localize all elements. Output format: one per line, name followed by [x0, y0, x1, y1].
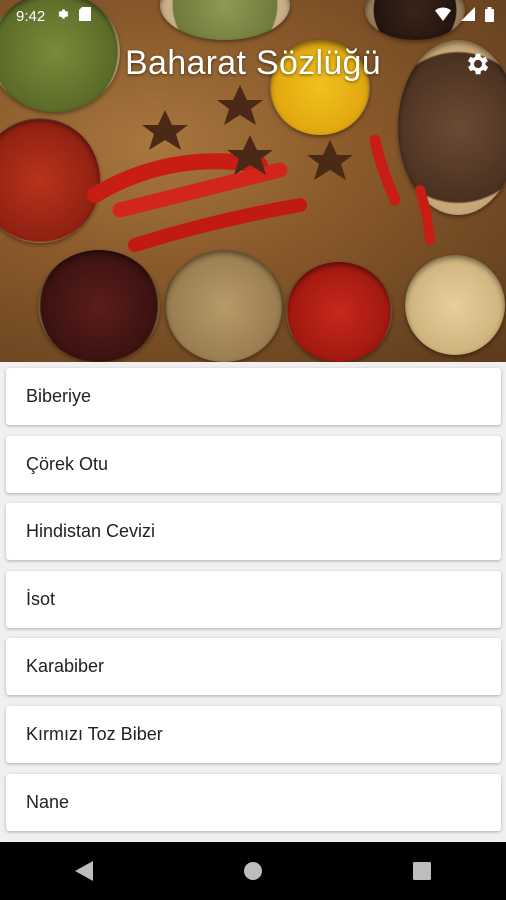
gear-icon	[467, 53, 489, 75]
recents-square-icon	[412, 862, 431, 880]
status-bar: 9:42	[0, 0, 506, 32]
header-image: 9:42 Baharat Sözlüğü	[0, 0, 506, 362]
sd-card-icon	[79, 7, 92, 25]
list-item-label: İsot	[26, 588, 56, 609]
list-item[interactable]: Nane	[6, 773, 501, 831]
spice-list: Biberiye Çörek Otu Hindistan Cevizi İsot…	[6, 368, 501, 841]
list-item[interactable]: Kırmızı Toz Biber	[6, 705, 501, 763]
nav-recents-button[interactable]	[402, 851, 442, 891]
list-item-label: Çörek Otu	[26, 453, 109, 474]
page-title: Baharat Sözlüğü	[125, 44, 381, 82]
list-item-label: Nane	[26, 791, 70, 812]
list-item-label: Hindistan Cevizi	[26, 521, 156, 542]
list-item-label: Biberiye	[26, 386, 92, 406]
navigation-bar	[0, 842, 506, 900]
gear-status-icon	[55, 7, 69, 25]
list-item-label: Kırmızı Toz Biber	[26, 723, 163, 744]
list-item[interactable]: Çörek Otu	[6, 435, 501, 493]
back-triangle-icon	[75, 861, 94, 881]
list-item[interactable]: Biberiye	[6, 368, 501, 425]
list-item[interactable]: Hindistan Cevizi	[6, 503, 501, 561]
battery-icon	[485, 6, 494, 26]
wifi-icon	[435, 7, 451, 25]
nav-home-button[interactable]	[233, 851, 273, 891]
settings-button[interactable]	[464, 50, 492, 78]
list-item[interactable]: İsot	[6, 570, 501, 628]
list-item-label: Karabiber	[26, 656, 105, 677]
nav-back-button[interactable]	[64, 851, 104, 891]
list-item[interactable]: Karabiber	[6, 638, 501, 696]
status-time: 9:42	[16, 7, 46, 25]
home-circle-icon	[243, 862, 262, 880]
signal-icon	[461, 7, 475, 25]
